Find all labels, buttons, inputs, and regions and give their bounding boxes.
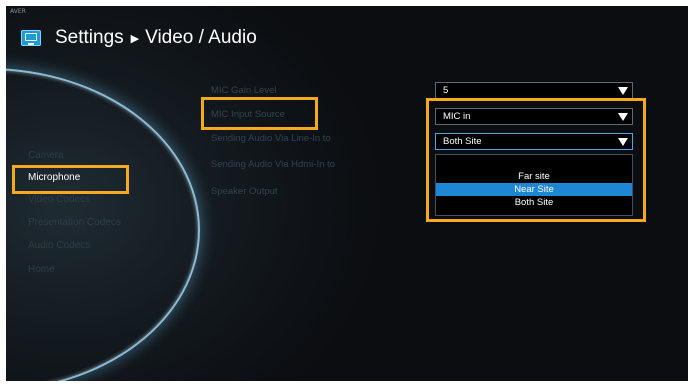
label-sending-audio-line-in: Sending Audio Via Line-In to bbox=[211, 133, 331, 144]
label-speaker-output: Speaker Output bbox=[211, 186, 278, 197]
highlight-box-dropdown bbox=[426, 98, 646, 222]
menu-item-audio-codecs[interactable]: Audio Codecs bbox=[28, 240, 90, 251]
highlight-box-mic-input-source bbox=[201, 97, 318, 130]
mic-gain-value: 5 bbox=[443, 85, 449, 96]
dropdown-arrow-icon bbox=[618, 87, 628, 95]
menu-item-presentation-codecs[interactable]: Presentation Codecs bbox=[28, 217, 121, 228]
label-sending-audio-hdmi-in: Sending Audio Via Hdmi-In to bbox=[211, 159, 335, 170]
menu-item-video-codecs[interactable]: Video Codecs bbox=[28, 194, 90, 205]
header: Settings ▶ Video / Audio bbox=[21, 20, 257, 56]
page-title: Settings ▶ Video / Audio bbox=[55, 27, 257, 49]
menu-item-camera[interactable]: Camera bbox=[28, 150, 64, 161]
breadcrumb-arrow-icon: ▶ bbox=[130, 32, 140, 45]
monitor-icon bbox=[21, 30, 41, 46]
mic-gain-dropdown[interactable]: 5 bbox=[435, 82, 633, 99]
highlight-box-microphone bbox=[12, 165, 129, 194]
title-section: Video / Audio bbox=[145, 27, 257, 48]
label-mic-gain-level: MIC Gain Level bbox=[211, 85, 277, 96]
title-settings: Settings bbox=[55, 27, 124, 48]
menu-item-home[interactable]: Home bbox=[28, 264, 55, 275]
corner-mark: AVER bbox=[10, 8, 26, 15]
app-screen: AVER Settings ▶ Video / Audio Camera Mic… bbox=[6, 6, 688, 381]
